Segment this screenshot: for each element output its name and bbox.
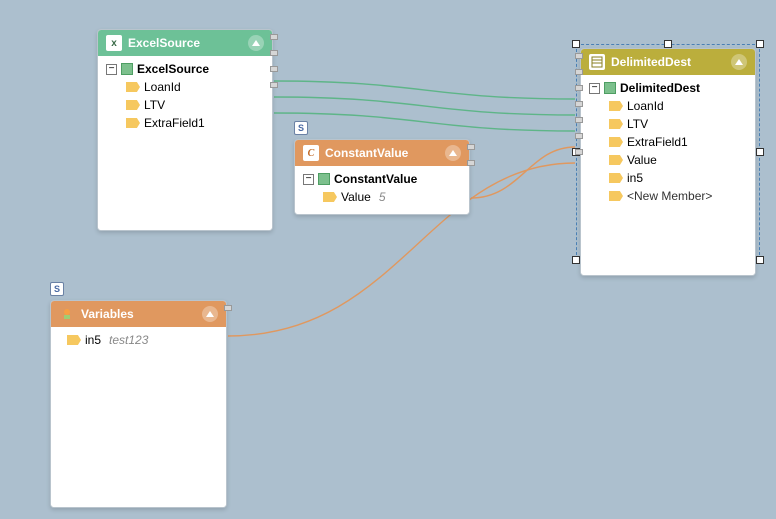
node-delimited-dest[interactable]: DelimitedDest − DelimitedDest LoanId LTV… [580, 48, 756, 276]
root-row[interactable]: − DelimitedDest [587, 79, 749, 97]
constant-icon: C [303, 145, 319, 161]
output-port[interactable] [270, 66, 278, 72]
root-row[interactable]: − ConstantValue [301, 170, 463, 188]
node-title: DelimitedDest [611, 55, 691, 69]
node-header-excel-source[interactable]: x ExcelSource [98, 30, 272, 56]
object-icon [604, 82, 616, 94]
field-row-loanid[interactable]: LoanId [587, 97, 749, 115]
input-port[interactable] [575, 149, 583, 155]
field-icon [609, 101, 623, 111]
field-label: Value [341, 190, 371, 204]
field-icon [126, 118, 140, 128]
field-label: LoanId [144, 80, 181, 94]
input-port[interactable] [575, 53, 583, 59]
field-row-value[interactable]: Value [587, 151, 749, 169]
selection-handle[interactable] [572, 40, 580, 48]
variables-icon [59, 306, 75, 322]
field-row-new-member[interactable]: <New Member> [587, 187, 749, 205]
output-port[interactable] [270, 50, 278, 56]
input-port[interactable] [575, 85, 583, 91]
node-title: Variables [81, 307, 134, 321]
field-label: LTV [627, 117, 648, 131]
expand-icon[interactable]: − [589, 83, 600, 94]
delimited-icon [589, 54, 605, 70]
field-row-extrafield1[interactable]: ExtraField1 [104, 114, 266, 132]
field-row-ltv[interactable]: LTV [587, 115, 749, 133]
input-port[interactable] [575, 133, 583, 139]
field-row-extrafield1[interactable]: ExtraField1 [587, 133, 749, 151]
output-port[interactable] [467, 160, 475, 166]
field-row-in5[interactable]: in5 test123 [57, 331, 220, 349]
diagram-canvas[interactable]: x ExcelSource − ExcelSource LoanId LTV E… [0, 0, 776, 519]
field-label: ExtraField1 [144, 116, 205, 130]
node-excel-source[interactable]: x ExcelSource − ExcelSource LoanId LTV E… [97, 29, 273, 231]
selection-handle[interactable] [756, 256, 764, 264]
field-label: in5 [85, 333, 101, 347]
collapse-icon[interactable] [731, 54, 747, 70]
collapse-icon[interactable] [248, 35, 264, 51]
node-title: ConstantValue [325, 146, 408, 160]
field-label: Value [627, 153, 657, 167]
field-row-value[interactable]: Value 5 [301, 188, 463, 206]
root-label: ExcelSource [137, 62, 209, 76]
root-row[interactable]: − ExcelSource [104, 60, 266, 78]
node-body: − ConstantValue Value 5 [295, 166, 469, 214]
node-body: in5 test123 [51, 327, 226, 507]
field-label: LTV [144, 98, 165, 112]
node-header-constant-value[interactable]: C ConstantValue [295, 140, 469, 166]
node-constant-value[interactable]: C ConstantValue − ConstantValue Value 5 [294, 139, 470, 215]
input-port[interactable] [575, 117, 583, 123]
selection-handle[interactable] [756, 40, 764, 48]
field-icon [609, 137, 623, 147]
field-icon [126, 100, 140, 110]
selection-handle[interactable] [756, 148, 764, 156]
field-icon [609, 173, 623, 183]
node-body: − ExcelSource LoanId LTV ExtraField1 [98, 56, 272, 230]
root-label: DelimitedDest [620, 81, 700, 95]
expand-icon[interactable]: − [303, 174, 314, 185]
root-label: ConstantValue [334, 172, 417, 186]
collapse-icon[interactable] [445, 145, 461, 161]
field-icon [323, 192, 337, 202]
output-port[interactable] [224, 305, 232, 311]
object-icon [121, 63, 133, 75]
field-value: test123 [109, 333, 148, 347]
output-port[interactable] [270, 82, 278, 88]
s-badge[interactable]: S [50, 282, 64, 296]
output-port[interactable] [270, 34, 278, 40]
field-label: ExtraField1 [627, 135, 688, 149]
node-variables[interactable]: Variables in5 test123 [50, 300, 227, 508]
field-icon [126, 82, 140, 92]
collapse-icon[interactable] [202, 306, 218, 322]
field-icon [609, 119, 623, 129]
input-port[interactable] [575, 101, 583, 107]
node-body: − DelimitedDest LoanId LTV ExtraField1 V… [581, 75, 755, 275]
field-row-ltv[interactable]: LTV [104, 96, 266, 114]
new-member-label: <New Member> [627, 189, 712, 203]
field-row-loanid[interactable]: LoanId [104, 78, 266, 96]
selection-handle[interactable] [572, 256, 580, 264]
node-header-variables[interactable]: Variables [51, 301, 226, 327]
selection-handle[interactable] [664, 40, 672, 48]
input-port[interactable] [575, 69, 583, 75]
excel-icon: x [106, 35, 122, 51]
field-label: LoanId [627, 99, 664, 113]
output-port[interactable] [467, 144, 475, 150]
field-icon [609, 155, 623, 165]
node-title: ExcelSource [128, 36, 200, 50]
expand-icon[interactable]: − [106, 64, 117, 75]
field-icon [609, 191, 623, 201]
field-icon [67, 335, 81, 345]
field-value: 5 [379, 190, 386, 204]
field-row-in5[interactable]: in5 [587, 169, 749, 187]
s-badge[interactable]: S [294, 121, 308, 135]
node-header-delimited-dest[interactable]: DelimitedDest [581, 49, 755, 75]
object-icon [318, 173, 330, 185]
field-label: in5 [627, 171, 643, 185]
